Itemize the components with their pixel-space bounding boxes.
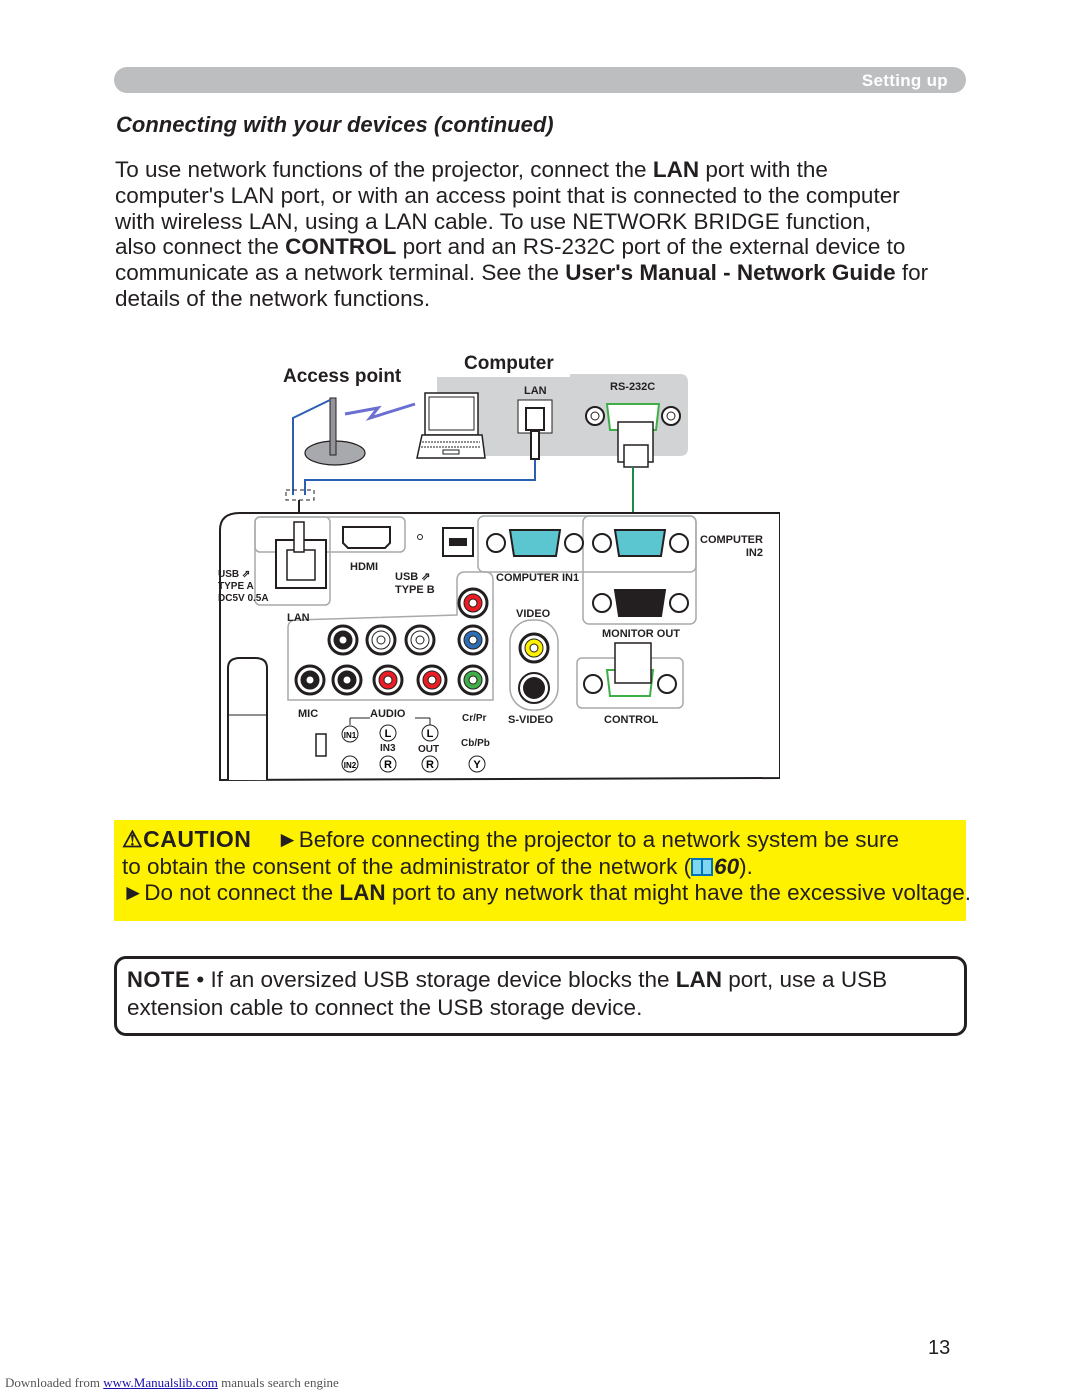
audio-port-label: L	[427, 728, 434, 740]
note-line-1: NOTE • If an oversized USB storage devic…	[127, 967, 888, 992]
computer-lan-label: LAN	[524, 385, 547, 397]
audio-port-label: R	[426, 759, 434, 771]
note-box: NOTE • If an oversized USB storage devic…	[114, 956, 967, 1036]
warning-triangle-icon: ⚠	[122, 826, 144, 852]
caution-line-3: ►Do not connect the LAN port to any netw…	[122, 880, 971, 905]
hdmi-port	[342, 526, 391, 549]
cb-pb-label: Cb/Pb	[461, 738, 490, 749]
section-header-label: Setting up	[861, 71, 948, 90]
s-video-label: S-VIDEO	[508, 714, 554, 726]
page-number: 13	[928, 1337, 951, 1359]
usb-type-b-label: USB ⇗ TYPE B	[395, 571, 435, 596]
audio-out-label: OUT	[418, 744, 440, 755]
laptop-icon	[416, 392, 486, 459]
monitor-out-label: MONITOR OUT	[602, 628, 681, 640]
connection-diagram: IN1 IN2 L R L R Y Access point Computer LAN RS…	[210, 350, 780, 790]
audio-port-label: R	[384, 759, 392, 771]
intro-line: computer's LAN port, or with an access p…	[115, 182, 900, 208]
caution-box: ⚠CAUTION ►Before connecting the projecto…	[114, 820, 971, 921]
cable-choice-bracket	[285, 489, 315, 501]
wireless-signal-icon	[344, 402, 416, 421]
computer-label: Computer	[464, 353, 554, 374]
audio-label: AUDIO	[370, 708, 406, 720]
cr-pr-label: Cr/Pr	[462, 713, 487, 724]
hdmi-label: HDMI	[350, 561, 379, 573]
computer-in2-label: COMPUTER IN2	[700, 534, 763, 559]
section-header-bar: Setting up	[114, 67, 966, 93]
page-reference-link[interactable]: 60	[714, 854, 739, 879]
book-reference-icon	[691, 858, 714, 876]
audio-in3-label: IN3	[380, 743, 396, 754]
computer-rs232c-label: RS-232C	[610, 381, 656, 393]
audio-port-label: IN2	[344, 761, 357, 770]
computer-in1-label: COMPUTER IN1	[496, 572, 580, 584]
diagram-graphic: IN1 IN2 L R L R Y	[219, 374, 780, 782]
projector-lan-label: LAN	[287, 612, 310, 624]
caution-title: ⚠CAUTION	[122, 826, 252, 852]
usb-type-a-label: USB ⇗ TYPE A DC5V 0.5A	[218, 569, 269, 604]
caution-line-1: ⚠CAUTION ►Before connecting the projecto…	[122, 826, 900, 852]
mic-label: MIC	[298, 708, 319, 720]
page-title: Connecting with your devices (continued)	[116, 112, 554, 137]
control-label: CONTROL	[604, 714, 659, 726]
audio-port-label: Y	[473, 759, 481, 771]
note-line-2: extension cable to connect the USB stora…	[127, 995, 643, 1020]
intro-line: also connect the CONTROL port and an RS-…	[115, 234, 906, 260]
video-label: VIDEO	[516, 608, 551, 620]
audio-port-label: IN1	[344, 731, 357, 740]
intro-line: To use network functions of the projecto…	[115, 157, 828, 182]
audio-port-label: L	[385, 728, 392, 740]
access-point-label: Access point	[283, 366, 402, 387]
intro-line: details of the network functions.	[115, 285, 431, 311]
intro-line: communicate as a network terminal. See t…	[115, 260, 929, 286]
access-point-antenna	[329, 397, 337, 456]
footer: Downloaded from www.Manualslib.com manua…	[5, 1375, 339, 1390]
note-title: NOTE	[127, 967, 191, 992]
intro-line: with wireless LAN, using a LAN cable. To…	[115, 208, 872, 234]
manualslib-link[interactable]: www.Manualslib.com	[103, 1375, 218, 1390]
caution-line-2: to obtain the consent of the administrat…	[122, 854, 753, 879]
intro-paragraph: To use network functions of the projecto…	[115, 157, 985, 312]
